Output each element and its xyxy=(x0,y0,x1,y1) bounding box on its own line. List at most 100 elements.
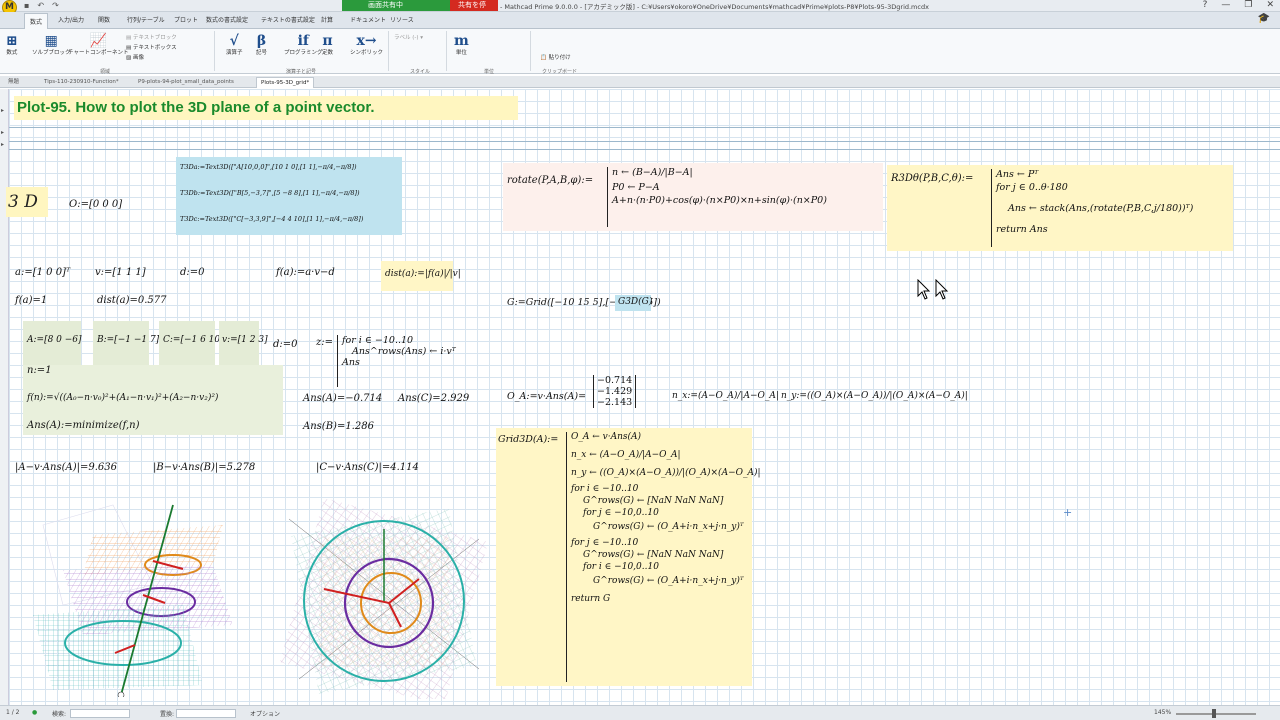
sqrt-icon: √ xyxy=(229,33,239,49)
ansA-def[interactable]: Ans(A):=minimize(f,n) xyxy=(27,420,140,431)
text3d-c: T3Dc:=Text3D(["C[−3,3,9]",[−4 4 10],[1 1… xyxy=(180,215,364,223)
ny-def[interactable]: n_y:=((O_A)×(A−O_A))/|(O_A)×(A−O_A)| xyxy=(781,391,968,401)
doc-tab-plots-95[interactable]: Plots-95-3D_grid* xyxy=(256,77,315,88)
dist-def-region[interactable]: dist(a):=|f(a)|/|v| xyxy=(381,261,461,291)
page-title[interactable]: Plot-95. How to plot the 3D plane of a p… xyxy=(14,96,518,120)
OA-result-vector[interactable]: −0.714 −1.429 −2.143 xyxy=(593,375,637,408)
restore-icon[interactable]: ❐ xyxy=(1244,0,1252,10)
grid3d-function-region[interactable]: Grid3D(A):= O_A ← v·Ans(A) n_x ← (A−O_A)… xyxy=(496,428,761,686)
replace-input[interactable] xyxy=(176,709,236,718)
tab-input-output[interactable]: 入力/出力 xyxy=(58,15,84,24)
zoom-slider[interactable] xyxy=(1176,713,1256,715)
math-region-button[interactable]: ⊞ 数式 xyxy=(6,34,18,56)
B-def-region[interactable]: B:=[−1 −1 7] xyxy=(93,321,159,365)
normA-result[interactable]: |A−v·Ans(A)|=9.636 xyxy=(15,462,117,473)
3d-plot-planes[interactable] xyxy=(23,495,263,699)
ansB-result[interactable]: Ans(B)=1.286 xyxy=(303,421,374,432)
operators-button[interactable]: √ 演算子 xyxy=(226,34,243,56)
A-def-region[interactable]: A:=[8 0 −6] xyxy=(23,321,82,365)
worksheet[interactable]: Plot-95. How to plot the 3D plane of a p… xyxy=(6,89,1280,707)
find-input[interactable] xyxy=(70,709,130,718)
v2-def-region[interactable]: v:=[1 2 3] xyxy=(219,321,268,365)
doc-tab-untitled[interactable]: 無題 xyxy=(4,77,23,88)
tab-plots[interactable]: プロット xyxy=(174,15,198,24)
image-button[interactable]: ▨ 画像 xyxy=(126,53,144,61)
n-def[interactable]: n:=1 xyxy=(27,365,52,376)
tab-math-formatting[interactable]: 数式の書式設定 xyxy=(206,15,248,24)
tab-text-formatting[interactable]: テキストの書式設定 xyxy=(261,15,315,24)
window-title: - Mathcad Prime 9.0.0.0 - [アカデミック版] - C:… xyxy=(500,3,929,11)
r3d-function-region[interactable]: R3Dθ(P,B,C,θ):= Ans ← Pᵀ for j ∈ 0..θ·18… xyxy=(887,165,1233,251)
solve-block-button[interactable]: ▦ ソルブブロック xyxy=(32,34,71,56)
a-def[interactable]: a:=[1 0 0]ᵀ xyxy=(15,267,70,278)
normC-result[interactable]: |C−v·Ans(C)|=4.114 xyxy=(316,462,419,473)
group-units-label: 単位 xyxy=(484,69,495,75)
ansC-result[interactable]: Ans(C)=2.929 xyxy=(398,393,469,404)
f-def[interactable]: f(a):=a·v−d xyxy=(276,267,335,278)
3d-plot-top-view[interactable] xyxy=(279,497,499,707)
redo-icon[interactable]: ↷ xyxy=(52,1,59,10)
tab-math[interactable]: 数式 xyxy=(24,13,49,29)
ansA-result[interactable]: Ans(A)=−0.714 xyxy=(303,393,382,404)
text3d-region[interactable]: T3Da:=Text3D(["A[10,0,0]",[10 1 0],[1 1]… xyxy=(176,157,402,235)
undo-icon[interactable]: ↶ xyxy=(37,1,44,10)
d-def[interactable]: d:=0 xyxy=(180,267,205,278)
tab-document[interactable]: ドキュメント xyxy=(350,15,386,24)
C-def-region[interactable]: C:=[−1 6 10] xyxy=(159,321,224,365)
programming-button[interactable]: if プログラミング xyxy=(284,34,323,56)
z-def-label[interactable]: z:= xyxy=(316,337,333,348)
text3d-a: T3Da:=Text3D(["A[10,0,0]",[10 1 0],[1 1]… xyxy=(180,163,357,171)
d2-def[interactable]: d:=0 xyxy=(273,339,298,350)
area-marker-icon[interactable]: ▸ xyxy=(1,107,4,114)
fa-result[interactable]: f(a)=1 xyxy=(15,295,47,306)
OA-def[interactable]: O_A:=v·Ans(A)= xyxy=(507,391,586,402)
dista-result[interactable]: dist(a)=0.577 xyxy=(97,295,167,306)
area-marker-icon[interactable]: ▸ xyxy=(1,141,4,148)
tab-calculation[interactable]: 計算 xyxy=(321,15,333,24)
chart-component-button[interactable]: 📈 チャートコンポーネント xyxy=(68,34,128,56)
fn-def[interactable]: f(n):=√((A₀−n·v₀)²+(A₁−n·v₁)²+(A₂−n·v₂)²… xyxy=(27,393,218,403)
3d-planes-graphic xyxy=(33,504,233,699)
save-icon[interactable]: ▪ xyxy=(24,1,29,10)
tab-matrices-tables[interactable]: 行列/テーブル xyxy=(127,15,165,24)
close-icon[interactable]: ✕ xyxy=(1266,0,1274,10)
tab-functions[interactable]: 関数 xyxy=(98,15,110,24)
tab-resources[interactable]: リソース xyxy=(390,15,414,24)
zoom-slider-thumb[interactable] xyxy=(1212,709,1216,718)
constants-button[interactable]: π 定数 xyxy=(322,34,333,56)
group-style-label: スタイル xyxy=(410,69,431,75)
beta-icon: β xyxy=(256,33,267,49)
nx-def[interactable]: n_x:=(A−O_A)/|A−O_A| xyxy=(672,391,779,401)
ribbon-tabs: 数式 入力/出力 関数 行列/テーブル プロット 数式の書式設定 テキストの書式… xyxy=(0,12,1280,29)
units-button[interactable]: m 単位 xyxy=(454,34,469,56)
z-program[interactable]: for i ∈ −10..10 Ans^rows(Ans) ← i·vᵀ Ans xyxy=(337,335,456,387)
paste-button[interactable]: 📋 貼り付け xyxy=(540,53,571,61)
document-tabs: 無題 Tips-110-230910-Function* P9-plots-94… xyxy=(0,76,1280,88)
screen-share-indicator[interactable]: 画面共有中 xyxy=(342,0,450,11)
symbols-button[interactable]: β 記号 xyxy=(256,34,267,56)
minimize-icon[interactable]: — xyxy=(1221,0,1230,10)
stop-sharing-button[interactable]: 共有を停止 xyxy=(450,0,498,20)
group-ops-symbols-label: 演算子と記号 xyxy=(286,69,317,75)
g3d-call-region[interactable]: G3D(G) xyxy=(615,295,652,311)
text-box-button[interactable]: ▤ テキストボックス xyxy=(126,43,177,51)
title-bar: M ▪ ↶ ↷ 画面共有中 共有を停止 - Mathcad Prime 9.0.… xyxy=(0,0,1280,20)
doc-tab-plots-94[interactable]: P9-plots-94-plot_small_data_points xyxy=(134,77,238,88)
text3d-b: T3Db:=Text3D(["B[5,−3,7]",[5 −8 8],[1 1]… xyxy=(180,189,360,197)
text-block-button[interactable]: ▤ テキストブロック xyxy=(126,33,177,41)
3d-top-view-graphic xyxy=(279,497,489,707)
help-icon[interactable]: ? xyxy=(1203,0,1208,10)
rotate-function-region[interactable]: rotate(P,A,B,φ):= n ← (B−A)/|B−A| P0 ← P… xyxy=(503,163,883,231)
doc-tab-tips-110[interactable]: Tips-110-230910-Function* xyxy=(40,77,123,88)
normB-result[interactable]: |B−v·Ans(B)|=5.278 xyxy=(153,462,255,473)
v-def[interactable]: v:=[1 1 1] xyxy=(95,267,146,278)
label-dropdown[interactable]: ラベル (-) ▾ xyxy=(394,33,423,41)
options-dropdown[interactable]: オプション xyxy=(250,709,280,718)
area-marker-icon[interactable]: ▸ xyxy=(1,129,4,136)
calc-status-icon: ● xyxy=(32,709,38,716)
status-bar: 1 / 2 ● 検索: 置換: オプション 145% xyxy=(0,705,1280,720)
origin-def[interactable]: O:=[0 0 0] xyxy=(69,199,122,210)
section-3d-label[interactable]: 3 D xyxy=(6,187,48,217)
graduation-cap-icon[interactable]: 🎓 xyxy=(1258,13,1270,24)
symbolic-button[interactable]: x→ シンボリック xyxy=(350,34,383,56)
